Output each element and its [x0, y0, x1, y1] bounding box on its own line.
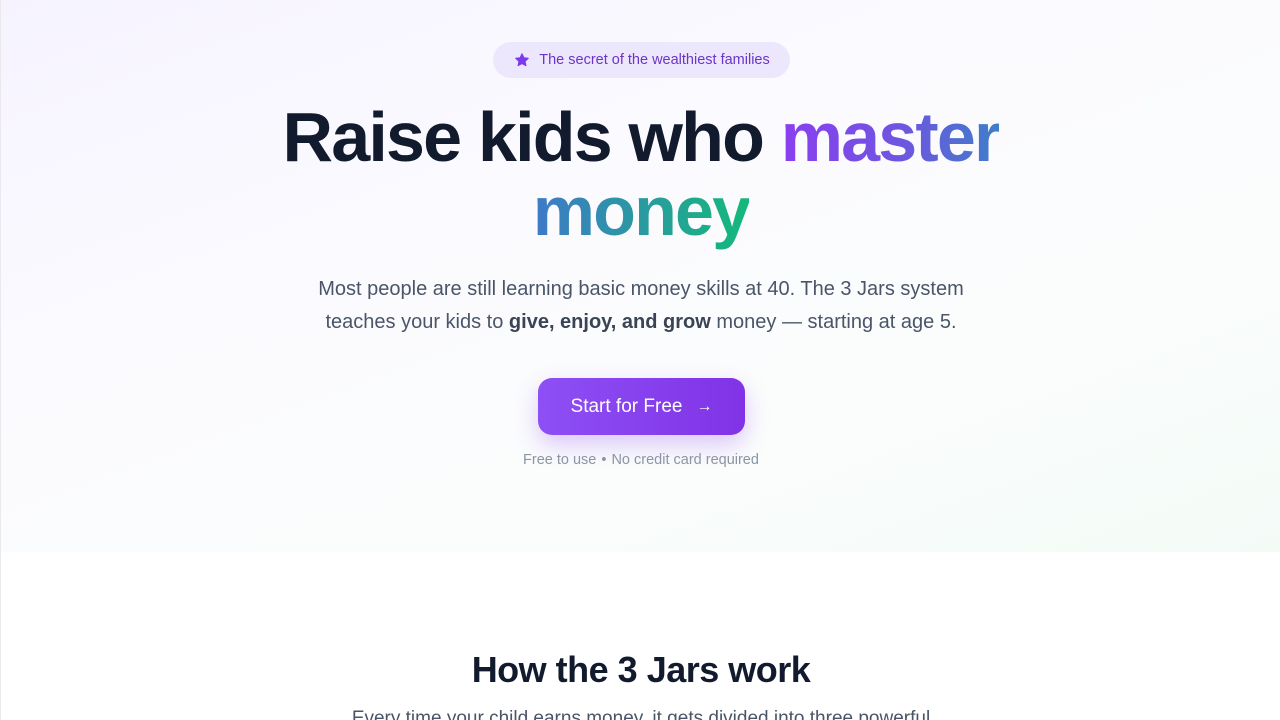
note-no-card: No credit card required [611, 452, 759, 468]
how-it-works-title: How the 3 Jars work [471, 649, 811, 690]
note-free: Free to use [523, 452, 597, 468]
landing-page: The secret of the wealthiest families Ra… [0, 0, 1280, 720]
headline-highlight-money: money [532, 172, 751, 250]
hero-subtitle: Most people are still learning basic mon… [291, 273, 991, 339]
cta-label: Start for Free [570, 395, 683, 417]
star-icon [513, 51, 531, 69]
how-it-works-subtitle: Every time your child earns money, it ge… [351, 708, 931, 720]
headline-text: Raise kids who [282, 98, 781, 176]
arrow-right-icon: → [696, 397, 713, 415]
subtitle-line2-end: money — starting at age 5. [710, 311, 957, 333]
hero-headline: Raise kids who master money [1, 100, 1280, 248]
start-for-free-button[interactable]: Start for Free → [538, 378, 745, 435]
headline-highlight-master: master [780, 98, 1002, 176]
subtitle-line1: Most people are still learning basic mon… [318, 278, 964, 300]
hero-section: The secret of the wealthiest families Ra… [1, 0, 1280, 552]
cta-note: Free to use • No credit card required [1, 452, 1280, 468]
subtitle-bold: give, enjoy, and grow [508, 311, 711, 333]
note-separator: • [601, 452, 607, 468]
hero-badge-text: The secret of the wealthiest families [539, 52, 770, 68]
hero-badge: The secret of the wealthiest families [493, 42, 790, 78]
subtitle-line2-start: teaches your kids to [325, 311, 509, 333]
